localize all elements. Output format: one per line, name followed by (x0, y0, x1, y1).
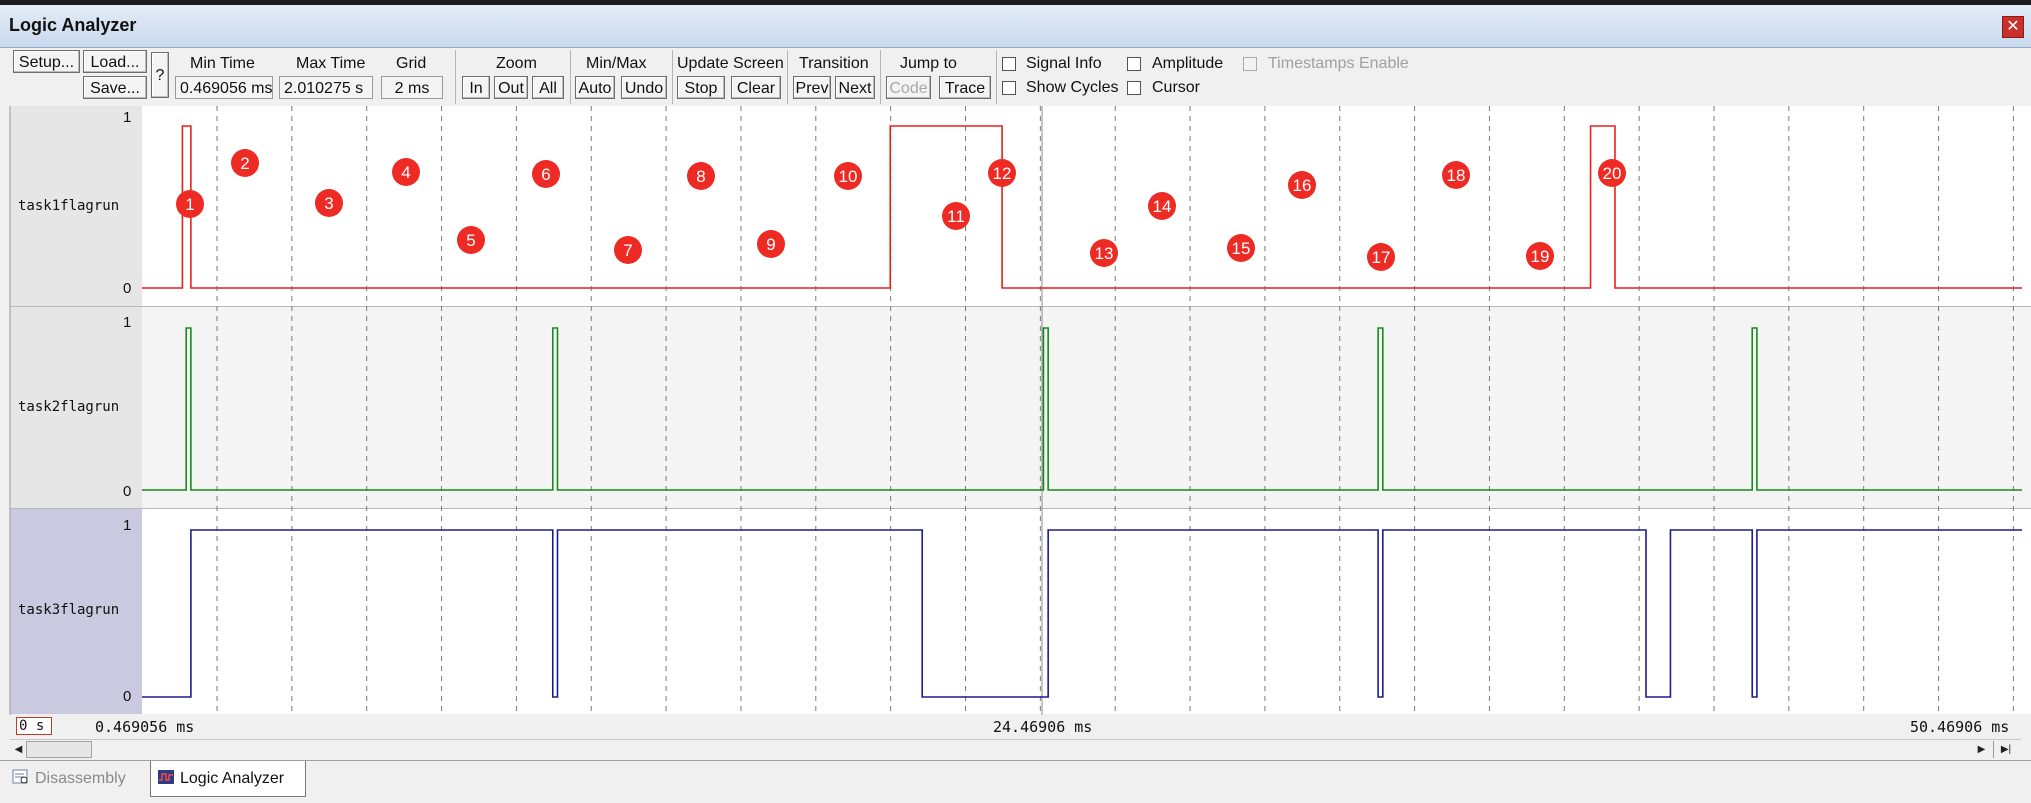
jump-trace-button[interactable]: Trace (939, 76, 991, 99)
grid-label: Grid (396, 55, 427, 72)
zoom-all-button[interactable]: All (532, 76, 564, 99)
toolbar: Setup... Load... Save... ? Min Time 0.46… (0, 48, 2031, 106)
min-time-label: Min Time (190, 55, 255, 72)
scroll-thumb[interactable] (26, 741, 92, 758)
signal-track-background (142, 509, 2031, 714)
zoom-out-button[interactable]: Out (494, 76, 528, 99)
marker-6-label: 6 (541, 165, 550, 184)
marker-17-label: 17 (1372, 248, 1391, 267)
amplitude-label: Amplitude (1152, 55, 1224, 72)
help-button[interactable]: ? (151, 52, 169, 98)
scroll-left-icon[interactable]: ◀ (10, 741, 27, 758)
max-time-label: Max Time (296, 55, 366, 72)
marker-5-label: 5 (466, 231, 475, 250)
horizontal-scrollbar[interactable]: ◀ ▶ ▶| (10, 739, 2021, 760)
signal-name-task3[interactable]: task3flagrun (10, 602, 140, 618)
toolbar-divider (672, 50, 673, 104)
update-screen-label: Update Screen (677, 55, 784, 72)
signal2-low-label: 0 (123, 483, 132, 500)
grid-value: 2 ms (381, 76, 443, 99)
marker-19-label: 19 (1531, 247, 1550, 266)
marker-2-label: 2 (240, 154, 249, 173)
signal1-low-label: 0 (123, 280, 132, 297)
disassembly-icon (12, 769, 28, 784)
logic-analyzer-icon (158, 770, 174, 785)
tab-label: Logic Analyzer (180, 770, 285, 787)
signal2-high-label: 1 (123, 314, 132, 331)
logic-analyzer-window: Logic Analyzer ✕ Setup... Load... Save..… (0, 0, 2031, 803)
tab-label: Disassembly (35, 770, 126, 787)
show-cycles-checkbox[interactable] (1002, 81, 1016, 95)
marker-15-label: 15 (1232, 239, 1251, 258)
marker-12-label: 12 (993, 164, 1012, 183)
window-title: Logic Analyzer (9, 15, 137, 35)
cursor-checkbox[interactable] (1127, 81, 1141, 95)
amplitude-checkbox[interactable] (1127, 57, 1141, 71)
marker-10-label: 10 (839, 167, 858, 186)
marker-11-label: 11 (947, 207, 965, 226)
toolbar-divider (787, 50, 788, 104)
minmax-label: Min/Max (586, 55, 647, 72)
timestamps-label: Timestamps Enable (1268, 55, 1409, 72)
waveform-canvas: 1234567891011121314151617181920 (9, 106, 2031, 715)
transition-next-button[interactable]: Next (835, 76, 875, 99)
cursor-label: Cursor (1152, 79, 1201, 96)
show-cycles-label: Show Cycles (1026, 79, 1119, 96)
marker-7-label: 7 (623, 241, 632, 260)
zoom-in-button[interactable]: In (462, 76, 490, 99)
signal3-low-label: 0 (123, 688, 132, 705)
bottom-tab-bar: Disassembly Logic Analyzer (0, 760, 2031, 803)
toolbar-divider (455, 50, 456, 104)
marker-20-label: 20 (1603, 164, 1622, 183)
time-origin-box: 0 s (16, 717, 52, 735)
save-button[interactable]: Save... (83, 76, 147, 99)
zoom-label: Zoom (496, 55, 537, 72)
scroll-right-icon[interactable]: ▶ (1973, 741, 1990, 758)
marker-8-label: 8 (696, 167, 705, 186)
max-time-value: 2.010275 s (279, 76, 373, 99)
signal-track-background (142, 106, 2031, 306)
time-right-label: 50.46906 ms (1910, 718, 2010, 736)
time-axis: 0 s 0.469056 ms 24.46906 ms 50.46906 ms (0, 715, 2031, 738)
marker-16-label: 16 (1293, 176, 1312, 195)
marker-13-label: 13 (1095, 244, 1114, 263)
toolbar-divider (880, 50, 881, 104)
transition-prev-button[interactable]: Prev (793, 76, 831, 99)
jump-code-button[interactable]: Code (886, 76, 931, 99)
marker-4-label: 4 (401, 163, 410, 182)
minmax-auto-button[interactable]: Auto (575, 76, 615, 99)
load-button[interactable]: Load... (83, 50, 147, 73)
marker-1-label: 1 (185, 195, 194, 214)
marker-14-label: 14 (1153, 197, 1172, 216)
setup-button[interactable]: Setup... (13, 50, 80, 73)
signal-name-task2[interactable]: task2flagrun (10, 399, 140, 415)
signal-track-background (142, 307, 2031, 508)
signal-name-task1[interactable]: task1flagrun (10, 198, 140, 214)
signal-info-checkbox[interactable] (1002, 57, 1016, 71)
time-left-label: 0.469056 ms (95, 718, 195, 736)
close-icon[interactable]: ✕ (2002, 16, 2024, 38)
title-bar: Logic Analyzer ✕ (0, 5, 2031, 48)
toolbar-divider (570, 50, 571, 104)
min-time-value: 0.469056 ms (175, 76, 273, 99)
marker-18-label: 18 (1447, 166, 1466, 185)
update-clear-button[interactable]: Clear (731, 76, 781, 99)
toolbar-divider (996, 50, 997, 104)
timestamps-checkbox[interactable] (1243, 57, 1257, 71)
time-mid-label: 24.46906 ms (993, 718, 1093, 736)
transition-label: Transition (799, 55, 869, 72)
tab-logic-analyzer[interactable]: Logic Analyzer (150, 761, 306, 797)
scroll-end-icon[interactable]: ▶| (1993, 741, 2018, 758)
update-stop-button[interactable]: Stop (677, 76, 725, 99)
jump-to-label: Jump to (900, 55, 957, 72)
signal3-high-label: 1 (123, 517, 132, 534)
marker-9-label: 9 (766, 235, 775, 254)
signal-info-label: Signal Info (1026, 55, 1102, 72)
waveform-area: 1 2 3 4 5 6 7 8 9 10 11 12 13 14 15 16 17 18 19 20 task1fla… (0, 106, 2031, 715)
tab-disassembly[interactable]: Disassembly (12, 761, 146, 797)
marker-3-label: 3 (324, 194, 333, 213)
minmax-undo-button[interactable]: Undo (621, 76, 667, 99)
signal1-high-label: 1 (123, 109, 132, 126)
